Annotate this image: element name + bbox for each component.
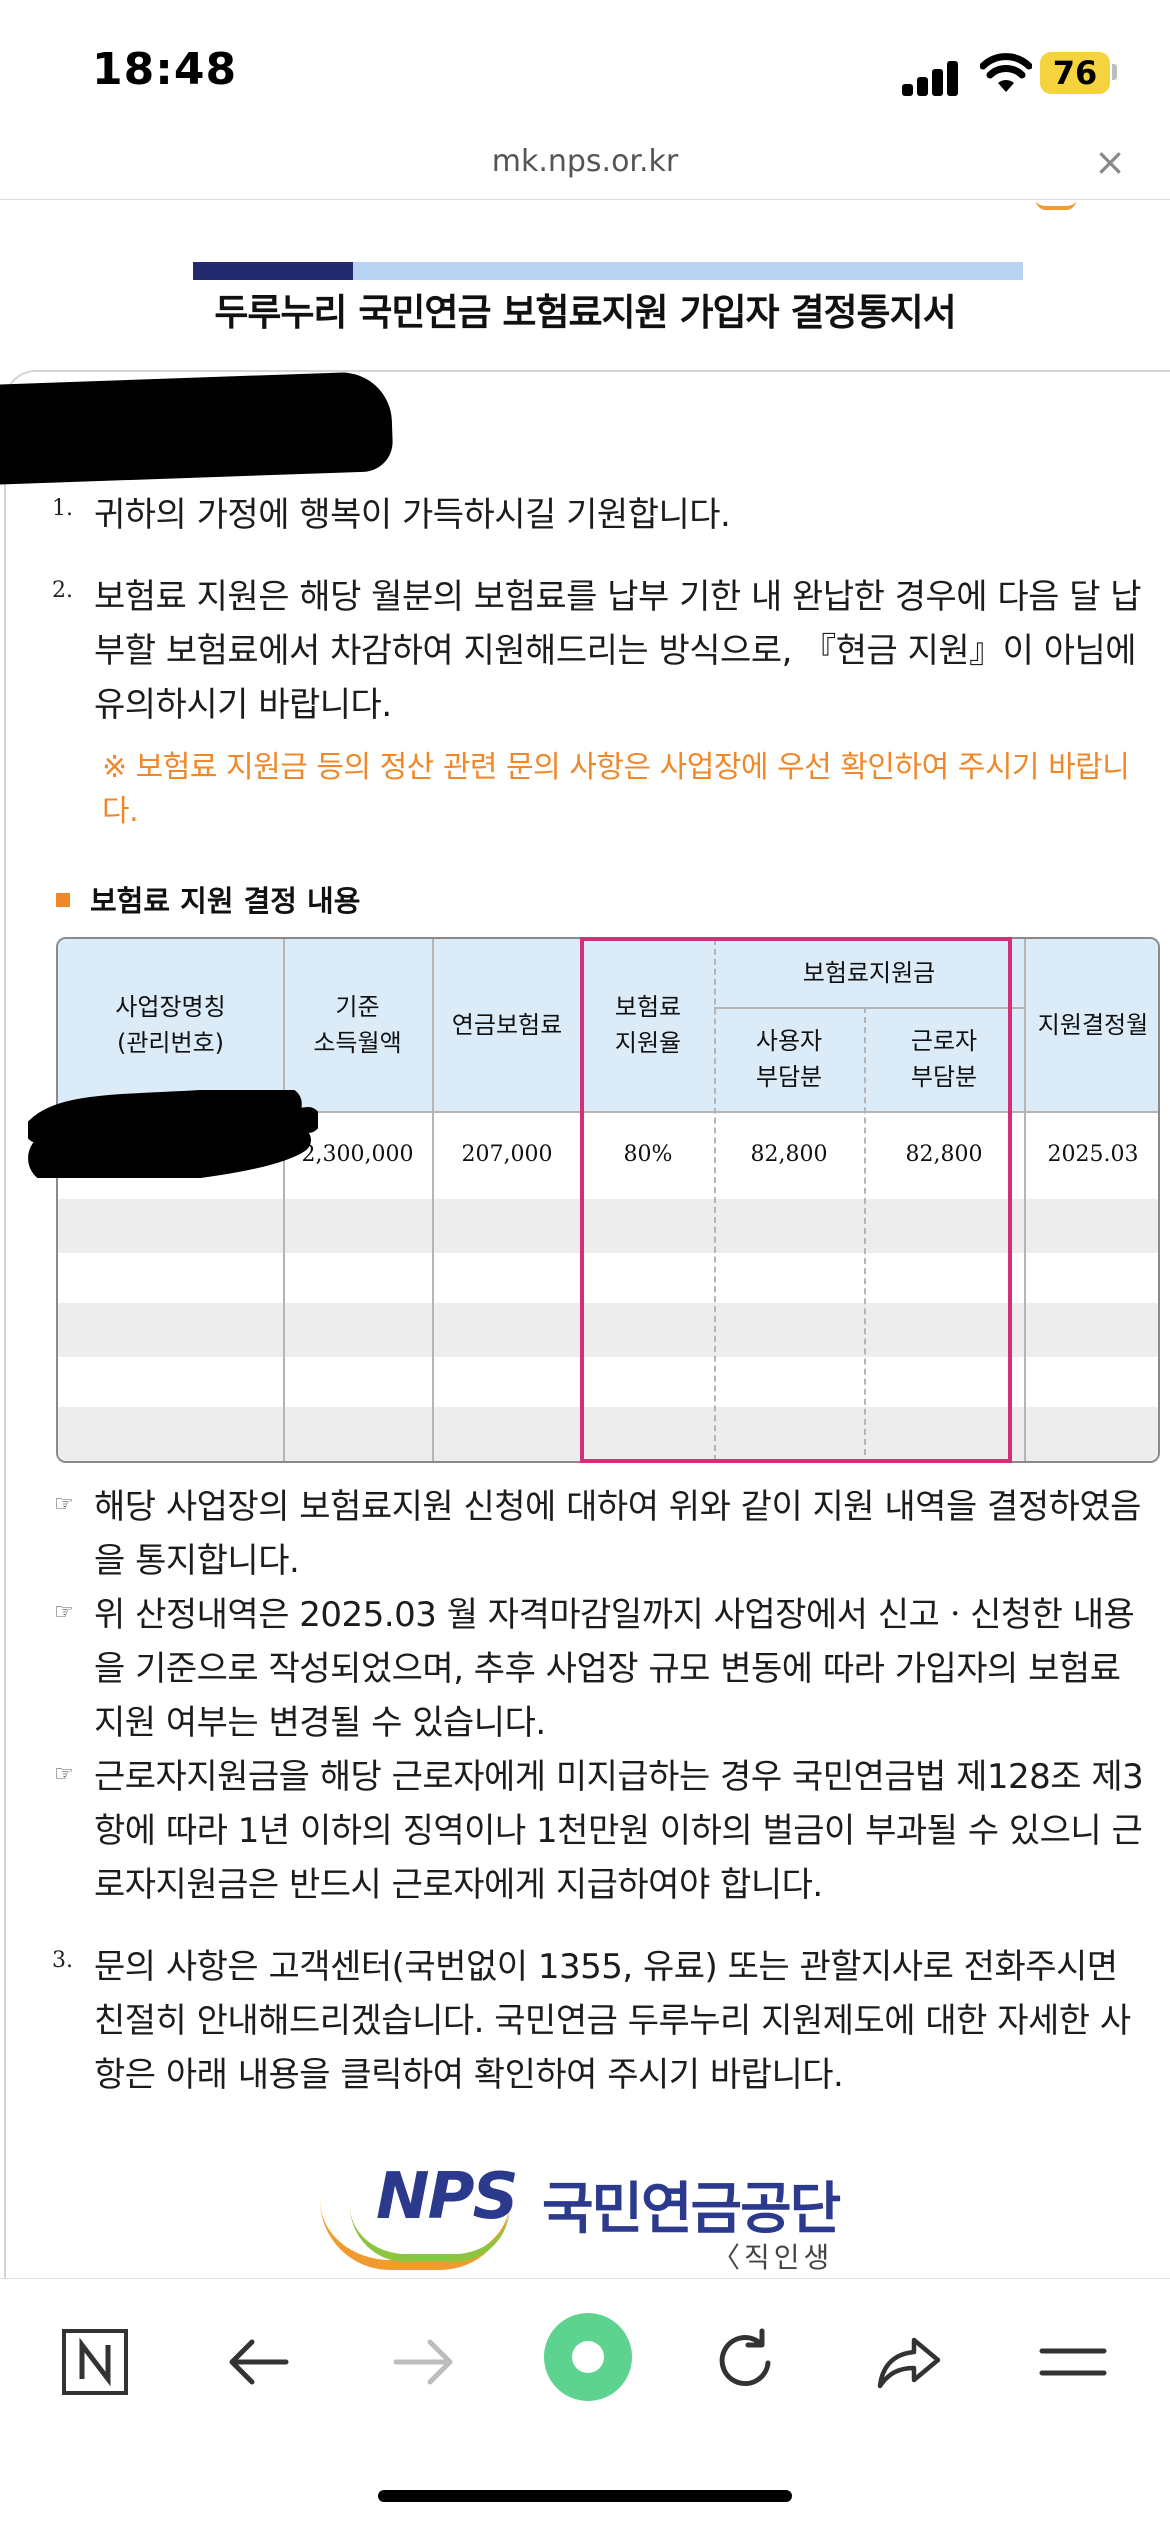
logo-nps-text: NPS [376, 2160, 519, 2234]
para-number: 3. [52, 1948, 73, 1973]
cellular-signal-icon [902, 60, 960, 96]
home-indicator [378, 2490, 792, 2502]
header-base-income: 기준 소득월액 [313, 993, 402, 1057]
pointing-hand-icon: ☞ [54, 1600, 74, 1625]
logo-seal-omitted: 〈직인생략〉 [712, 2241, 834, 2274]
para-number: 2. [52, 578, 73, 603]
notice-orange: ※ 보험료 지원금 등의 정산 관련 문의 사항은 사업장에 우선 확인하여 주… [102, 750, 1130, 829]
status-bar: 18:48 76 [0, 0, 1170, 130]
close-icon[interactable]: × [1094, 140, 1126, 184]
menu-icon[interactable] [1028, 2317, 1118, 2407]
nps-logo: NPS 국민연금공단 〈직인생략〉 [320, 2160, 880, 2274]
para-number: 1. [52, 496, 73, 521]
battery-tip [1112, 64, 1117, 80]
status-time: 18:48 [92, 44, 238, 95]
title-decoration-bar [193, 262, 1023, 280]
header-annual-premium: 연금보험료 [451, 1011, 563, 1039]
paragraph-1: 귀하의 가정에 행복이 가득하시길 기원합니다. [94, 495, 731, 535]
bullet-1: 해당 사업장의 보험료지원 신청에 대하여 위와 같이 지원 내역을 결정하였음… [94, 1487, 1141, 1581]
support-highlight-box [580, 937, 1012, 1463]
document-title: 두루누리 국민연금 보험료지원 가입자 결정통지서 [214, 291, 956, 334]
redaction-mark [0, 370, 394, 486]
url-domain[interactable]: mk.nps.or.kr [0, 144, 1170, 179]
cell-decision-month: 2025.03 [1047, 1142, 1139, 1167]
cell-annual-premium: 207,000 [461, 1142, 553, 1167]
bullet-3: 근로자지원금을 해당 근로자에게 미지급하는 경우 국민연금법 제128조 제3… [94, 1757, 1144, 1905]
back-arrow-icon[interactable] [214, 2317, 304, 2407]
green-dot-icon[interactable] [538, 2307, 638, 2407]
redaction-scribble [28, 1090, 318, 1178]
section-title: 보험료 지원 결정 내용 [56, 878, 360, 920]
pointing-hand-icon: ☞ [54, 1762, 74, 1787]
bullet-2: 위 산정내역은 2025.03 월 자격마감일까지 사업장에서 신고ㆍ신청한 내… [94, 1595, 1135, 1743]
forward-arrow-icon[interactable] [378, 2317, 468, 2407]
top-logo-fragment [1036, 200, 1076, 210]
document-viewer: 두루누리 국민연금 보험료지원 가입자 결정통지서 1. 귀하의 가정에 행복이… [0, 200, 1170, 2278]
reload-icon[interactable] [700, 2317, 790, 2407]
battery-icon: 76 [1040, 52, 1110, 94]
square-bullet-icon [56, 893, 70, 907]
logo-org-name: 국민연금공단 [542, 2177, 841, 2242]
wifi-icon [980, 53, 1032, 92]
paragraph-2: 보험료 지원은 해당 월분의 보험료를 납부 기한 내 완납한 경우에 다음 달… [94, 577, 1142, 725]
header-company: 사업장명칭 (관리번호) [115, 993, 226, 1057]
share-icon[interactable] [864, 2317, 954, 2407]
header-decision-month: 지원결정월 [1037, 1011, 1149, 1039]
paragraph-3[interactable]: 문의 사항은 고객센터(국번없이 1355, 유료) 또는 관할지사로 전화주시… [94, 1940, 1144, 2102]
url-bar[interactable]: mk.nps.or.kr × [0, 130, 1170, 200]
naver-n-icon[interactable] [50, 2317, 140, 2407]
pointing-hand-icon: ☞ [54, 1492, 74, 1517]
